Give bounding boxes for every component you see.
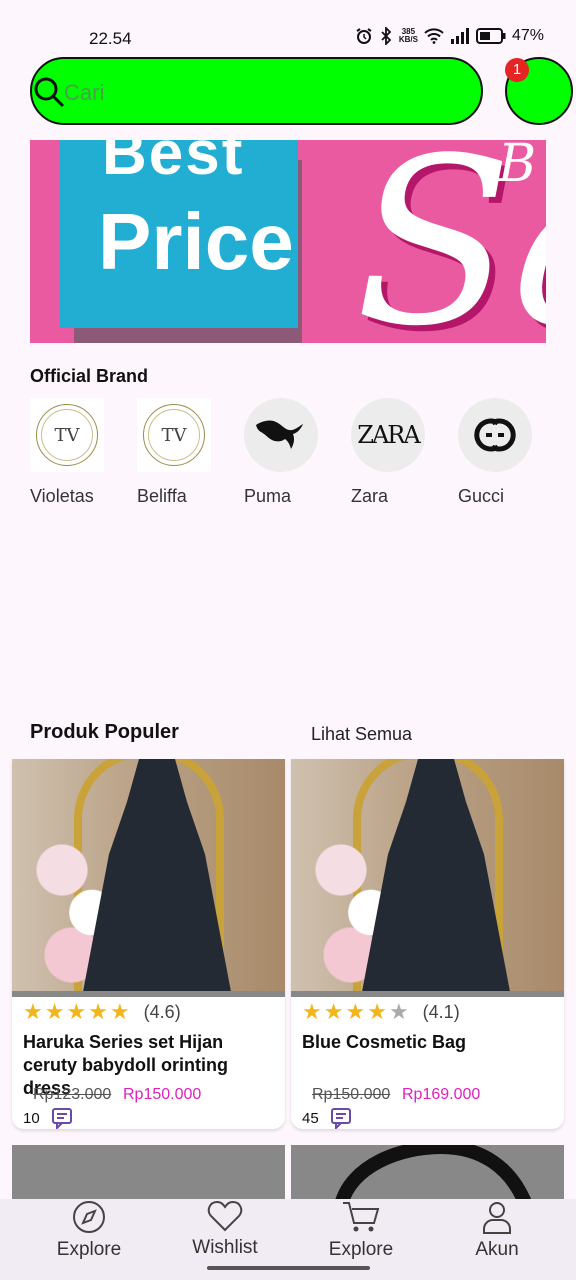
search-placeholder: Cari	[64, 80, 105, 105]
product-image	[291, 759, 564, 997]
star-icon: ★	[44, 999, 65, 1024]
banner-script-small: B	[498, 140, 537, 194]
user-icon	[483, 1202, 511, 1234]
brand-logo: TV	[30, 398, 104, 472]
popular-title: Produk Populer	[30, 721, 179, 743]
brand-logo	[244, 398, 318, 472]
product-card-next[interactable]	[12, 1145, 285, 1205]
star-icon: ★	[88, 999, 108, 1024]
product-rating: ★ ★ ★ ★ ★ (4.1)	[302, 1001, 460, 1023]
heart-icon	[207, 1200, 243, 1232]
brand-name: Zara	[351, 486, 389, 506]
product-name: Blue Cosmetic Bag	[302, 1032, 467, 1052]
see-all-link[interactable]: Lihat Semua	[311, 724, 412, 745]
alarm-icon	[356, 28, 372, 44]
star-icon: ★	[367, 999, 387, 1024]
rating-value: (4.1)	[422, 1001, 460, 1022]
cart-badge: 1	[505, 58, 529, 82]
brand-name: Gucci	[458, 486, 505, 506]
clock: 22.54	[89, 29, 132, 48]
bluetooth-icon	[381, 27, 392, 45]
star-icon: ★	[66, 999, 87, 1024]
product-image	[334, 1139, 533, 1208]
review-count: 45	[302, 1110, 319, 1127]
compass-icon	[73, 1201, 105, 1233]
search-input[interactable]: Cari	[30, 57, 483, 125]
star-half-icon: ★	[109, 999, 130, 1024]
review-icon	[52, 1108, 72, 1129]
product-old-price: Rp123.000	[33, 1086, 112, 1103]
star-empty-icon: ★	[388, 999, 409, 1024]
beliffa-logo-icon: TV	[143, 404, 205, 466]
product-image	[12, 759, 285, 997]
brand-name: Violetas	[30, 486, 94, 506]
nav-item-wishlist[interactable]: Wishlist	[165, 1199, 285, 1269]
review-count: 10	[23, 1110, 40, 1127]
product-price: Rp169.000	[402, 1086, 481, 1103]
nav-item-cart[interactable]: Explore	[301, 1199, 421, 1269]
banner-line2: Price	[98, 197, 294, 286]
nav-label: Explore	[328, 1239, 394, 1260]
wifi-icon	[424, 28, 444, 44]
home-indicator[interactable]	[207, 1266, 370, 1270]
status-icons: 385 KB/S 47%	[355, 27, 544, 45]
brand-item-violetas[interactable]: TV Violetas	[30, 398, 130, 507]
brand-name: Puma	[244, 486, 292, 506]
brand-name: Beliffa	[137, 486, 187, 506]
nav-item-explore[interactable]: Explore	[29, 1199, 149, 1269]
battery-icon	[475, 28, 506, 44]
star-icon: ★	[323, 999, 344, 1024]
star-icon: ★	[345, 999, 366, 1024]
puma-icon	[256, 420, 303, 449]
official-brand-title: Official Brand	[30, 366, 149, 386]
product-card[interactable]: ★ ★ ★ ★ ★ (4.6) Haruka Series set Hijan ceru…	[12, 759, 285, 1129]
nav-label: Wishlist	[192, 1237, 258, 1258]
violetas-logo-icon: TV	[36, 404, 98, 466]
search-icon[interactable]	[32, 75, 66, 109]
product-card[interactable]: ★ ★ ★ ★ ★ (4.1) Blue Cosmetic Bag Rp150.000 …	[291, 759, 564, 1129]
brand-logo: ZARA	[351, 398, 425, 472]
battery-level: 47%	[511, 27, 544, 44]
promo-banner[interactable]: Best Price Sa B	[30, 140, 546, 343]
nav-label: Akun	[475, 1239, 519, 1260]
product-rating: ★ ★ ★ ★ ★ (4.6)	[23, 1001, 181, 1023]
nav-item-account[interactable]: Akun	[437, 1199, 557, 1269]
review-icon	[331, 1108, 351, 1129]
brand-logo: TV	[137, 398, 211, 472]
brand-item-beliffa[interactable]: TV Beliffa	[137, 398, 237, 507]
brand-logo	[458, 398, 532, 472]
nav-label: Explore	[56, 1239, 122, 1260]
brand-item-puma[interactable]: Puma	[244, 398, 344, 507]
brand-list: TV Violetas TV Beliffa Puma ZARA Zara Gu…	[30, 398, 546, 518]
product-card-next[interactable]	[291, 1139, 564, 1208]
banner-line1: Best	[102, 140, 245, 188]
rating-value: (4.6)	[143, 1001, 181, 1022]
status-bar: 22.54 385 KB/S 47%	[0, 0, 576, 56]
signal-icon	[450, 28, 469, 44]
network-speed: 385 KB/S	[398, 27, 418, 44]
brand-item-gucci[interactable]: Gucci	[458, 398, 558, 507]
brand-item-zara[interactable]: ZARA Zara	[351, 398, 451, 507]
product-old-price: Rp150.000	[312, 1086, 391, 1103]
star-icon: ★	[23, 999, 43, 1024]
gucci-icon	[474, 418, 516, 452]
star-icon: ★	[302, 999, 322, 1024]
zara-logo-icon: ZARA	[357, 421, 420, 449]
product-price: Rp150.000	[123, 1086, 202, 1103]
cart-icon	[343, 1202, 380, 1232]
